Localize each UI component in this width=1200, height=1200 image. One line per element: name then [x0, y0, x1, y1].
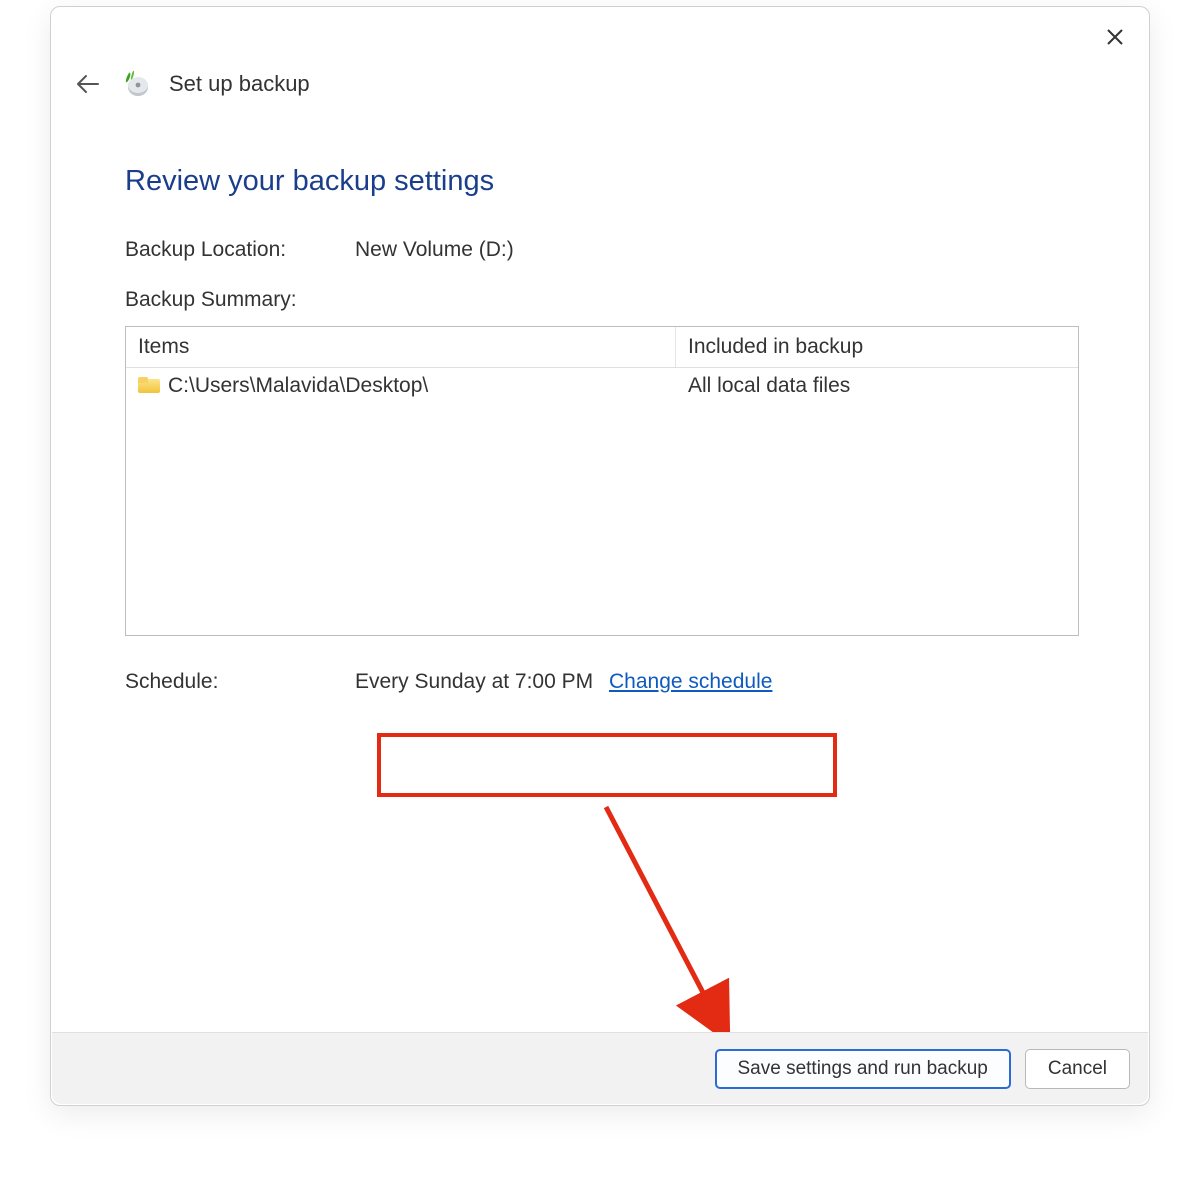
dialog-footer: Save settings and run backup Cancel [52, 1032, 1148, 1104]
backup-summary-table: Items Included in backup C:\Users\Malavi… [125, 326, 1079, 636]
schedule-label: Schedule: [125, 670, 355, 694]
content-area: Review your backup settings Backup Locat… [51, 99, 1149, 730]
table-row: C:\Users\Malavida\Desktop\ All local dat… [126, 368, 1078, 404]
backup-location-label: Backup Location: [125, 238, 355, 262]
column-header-items[interactable]: Items [126, 327, 676, 367]
close-button[interactable] [1101, 23, 1129, 51]
backup-summary-label: Backup Summary: [125, 288, 1079, 312]
table-header: Items Included in backup [126, 327, 1078, 368]
backup-location-row: Backup Location: New Volume (D:) [125, 238, 1079, 262]
change-schedule-link[interactable]: Change schedule [609, 670, 772, 693]
page-heading: Review your backup settings [125, 165, 1079, 198]
schedule-row: Schedule: Every Sunday at 7:00 PM Change… [125, 670, 1079, 694]
back-arrow-icon [76, 74, 100, 94]
close-icon [1106, 28, 1124, 46]
titlebar [51, 7, 1149, 59]
backup-wizard-icon [121, 69, 151, 99]
nav-row: Set up backup [51, 59, 1149, 99]
annotation-highlight-box [377, 733, 837, 797]
annotation-arrow [591, 797, 791, 1057]
backup-location-value: New Volume (D:) [355, 238, 1079, 262]
save-and-run-button[interactable]: Save settings and run backup [715, 1049, 1011, 1089]
wizard-title: Set up backup [169, 71, 310, 97]
back-button[interactable] [73, 69, 103, 99]
cancel-button[interactable]: Cancel [1025, 1049, 1130, 1089]
schedule-value: Every Sunday at 7:00 PM [355, 670, 593, 694]
row-item-path: C:\Users\Malavida\Desktop\ [126, 368, 676, 404]
row-item-included: All local data files [676, 368, 1078, 404]
schedule-value-cell: Every Sunday at 7:00 PM Change schedule [355, 670, 1079, 694]
wizard-window: Set up backup Review your backup setting… [50, 6, 1150, 1106]
column-header-included[interactable]: Included in backup [676, 327, 1078, 367]
folder-icon [138, 377, 160, 393]
row-item-path-text: C:\Users\Malavida\Desktop\ [168, 374, 428, 397]
